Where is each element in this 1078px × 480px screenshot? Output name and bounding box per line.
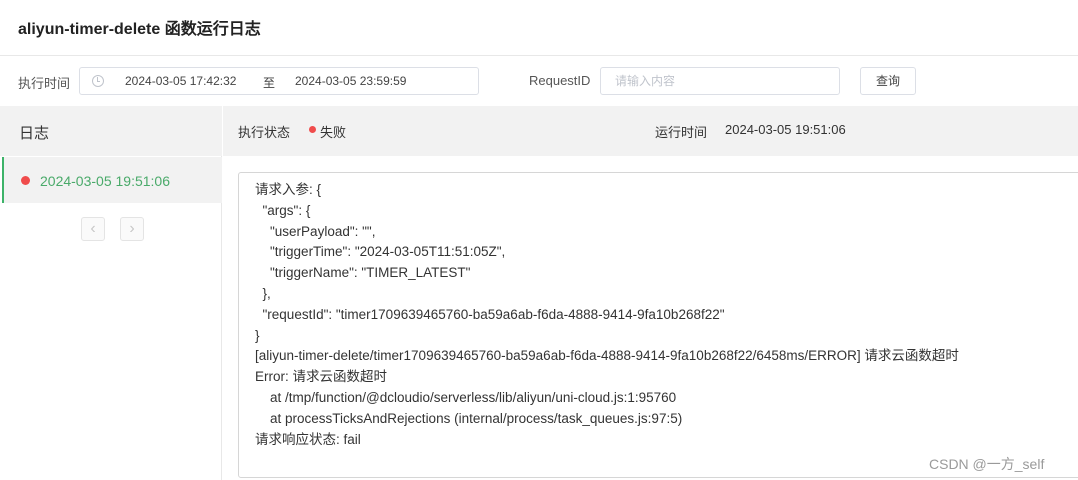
log-line: [aliyun-timer-delete/timer1709639465760-…	[255, 348, 959, 364]
log-list-item[interactable]: 2024-03-05 19:51:06	[2, 157, 222, 203]
page-header: aliyun-timer-delete 函数运行日志	[0, 0, 1078, 56]
runtime-label: 运行时间	[655, 125, 708, 140]
range-separator: 至	[263, 76, 276, 90]
csdn-watermark: CSDN @一方_self	[929, 456, 1045, 472]
next-page-button[interactable]: ›	[120, 217, 144, 241]
time-label: 执行时间	[18, 76, 71, 91]
page-title: aliyun-timer-delete 函数运行日志	[18, 21, 261, 38]
log-line: }	[255, 327, 260, 343]
log-sidebar: 日志 2024-03-05 19:51:06 ‹ ›	[0, 106, 222, 480]
log-line: "requestId": "timer1709639465760-ba59a6a…	[255, 306, 725, 322]
log-line: "triggerTime": "2024-03-05T11:51:05Z",	[255, 244, 506, 260]
request-id-label: RequestID	[529, 73, 591, 88]
log-content-panel[interactable]: 请求入参: { "args": { "userPayload": "", "tr…	[238, 172, 1078, 478]
log-line: "userPayload": "",	[255, 223, 376, 239]
log-line: Error: 请求云函数超时	[255, 369, 388, 385]
clock-icon	[92, 75, 104, 87]
log-line: 请求入参: {	[255, 182, 322, 197]
log-line: "triggerName": "TIMER_LATEST"	[255, 265, 471, 281]
start-date[interactable]: 2024-03-05 17:42:32	[125, 74, 236, 88]
failed-status-dot-icon	[309, 126, 316, 133]
query-button[interactable]: 查询	[860, 67, 916, 95]
error-status-dot-icon	[21, 176, 30, 185]
log-line: "args": {	[255, 202, 311, 218]
log-line: },	[255, 285, 271, 301]
log-item-time: 2024-03-05 19:51:06	[40, 173, 170, 189]
prev-page-button[interactable]: ‹	[81, 217, 105, 241]
date-range-picker[interactable]: 2024-03-05 17:42:32 至 2024-03-05 23:59:5…	[79, 67, 479, 95]
request-id-input[interactable]	[600, 67, 840, 95]
filter-bar: 执行时间 2024-03-05 17:42:32 至 2024-03-05 23…	[0, 56, 1078, 106]
sidebar-title: 日志	[19, 125, 50, 142]
log-line: 请求响应状态: fail	[255, 431, 361, 447]
log-line: at processTicksAndRejections (internal/p…	[255, 410, 683, 426]
log-detail-header: 执行状态 失败 运行时间 2024-03-05 19:51:06	[223, 106, 1078, 156]
end-date[interactable]: 2024-03-05 23:59:59	[295, 74, 406, 88]
status-value: 失败	[320, 125, 347, 140]
sidebar-header: 日志	[0, 106, 222, 156]
log-content-text: 请求入参: { "args": { "userPayload": "", "tr…	[255, 180, 959, 450]
runtime-value: 2024-03-05 19:51:06	[725, 122, 846, 137]
status-label: 执行状态	[238, 125, 291, 140]
log-line: at /tmp/function/@dcloudio/serverless/li…	[255, 389, 677, 405]
